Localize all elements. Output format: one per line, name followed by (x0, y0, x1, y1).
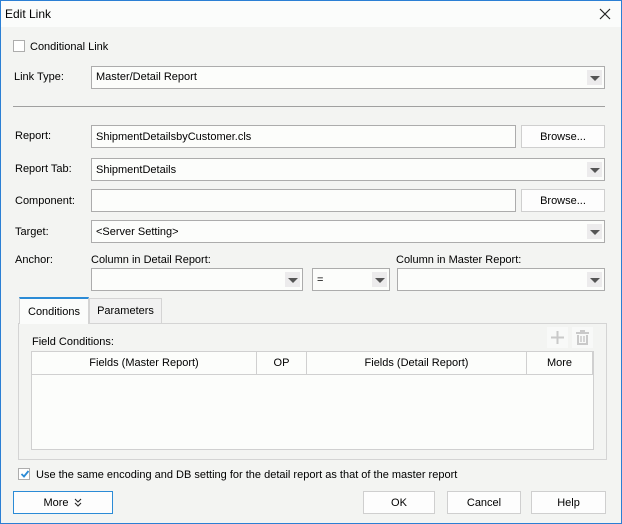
plus-icon (551, 331, 564, 344)
chevron-down-icon[interactable] (587, 272, 602, 287)
field-conditions-label: Field Conditions: (32, 336, 114, 348)
report-browse-button[interactable]: Browse... (521, 125, 605, 148)
close-icon (599, 8, 611, 20)
trash-icon (576, 330, 589, 345)
link-type-label: Link Type: (14, 71, 64, 83)
add-condition-button[interactable] (547, 327, 568, 348)
chevron-down-icon[interactable] (285, 272, 300, 287)
edit-link-dialog: Edit Link Conditional Link Link Type: Ma… (0, 0, 622, 524)
same-encoding-label: Use the same encoding and DB setting for… (36, 469, 458, 481)
operator-select[interactable]: = (312, 268, 390, 291)
component-browse-button[interactable]: Browse... (521, 189, 605, 212)
report-tab-value: ShipmentDetails (96, 164, 177, 176)
delete-condition-button[interactable] (572, 327, 593, 348)
report-tab-select[interactable]: ShipmentDetails (91, 158, 605, 181)
component-label: Component: (15, 195, 75, 207)
report-label: Report: (15, 130, 52, 142)
tab-conditions[interactable]: Conditions (19, 297, 89, 324)
anchor-label: Anchor: (15, 254, 53, 266)
more-button-label: More (43, 496, 69, 509)
column-header-more[interactable]: More (527, 352, 593, 375)
more-button[interactable]: More (13, 491, 113, 514)
separator (13, 106, 605, 107)
target-select[interactable]: <Server Setting> (91, 220, 605, 243)
target-value: <Server Setting> (96, 226, 179, 238)
operator-value: = (317, 274, 324, 286)
ok-button[interactable]: OK (363, 491, 435, 514)
link-type-select[interactable]: Master/Detail Report (91, 66, 605, 89)
detail-column-label: Column in Detail Report: (91, 254, 211, 266)
chevron-down-icon[interactable] (587, 162, 602, 177)
cancel-button[interactable]: Cancel (447, 491, 521, 514)
chevron-down-icon[interactable] (587, 70, 602, 85)
column-header-master-fields[interactable]: Fields (Master Report) (32, 352, 257, 375)
link-type-value: Master/Detail Report (96, 71, 197, 83)
chevron-down-icon[interactable] (372, 272, 387, 287)
tab-parameters[interactable]: Parameters (89, 298, 162, 323)
same-encoding-checkbox[interactable] (18, 468, 30, 480)
title-bar: Edit Link (1, 1, 621, 27)
column-header-detail-fields[interactable]: Fields (Detail Report) (307, 352, 527, 375)
field-conditions-table[interactable]: Fields (Master Report) OP Fields (Detail… (31, 351, 594, 450)
chevron-down-icon[interactable] (587, 224, 602, 239)
close-button[interactable] (595, 4, 615, 24)
conditional-link-label: Conditional Link (30, 41, 109, 53)
help-button[interactable]: Help (531, 491, 606, 514)
component-input[interactable] (91, 189, 516, 212)
detail-column-select[interactable] (91, 268, 303, 291)
report-value: ShipmentDetailsbyCustomer.cls (96, 131, 252, 143)
conditional-link-checkbox[interactable] (13, 40, 25, 52)
report-input[interactable]: ShipmentDetailsbyCustomer.cls (91, 125, 516, 148)
master-column-select[interactable] (397, 268, 605, 291)
dialog-title: Edit Link (5, 7, 52, 21)
checkmark-icon (20, 470, 30, 478)
report-tab-label: Report Tab: (15, 163, 72, 175)
target-label: Target: (15, 226, 49, 238)
column-header-op[interactable]: OP (257, 352, 307, 375)
master-column-label: Column in Master Report: (396, 254, 522, 266)
double-chevron-down-icon (74, 498, 81, 507)
